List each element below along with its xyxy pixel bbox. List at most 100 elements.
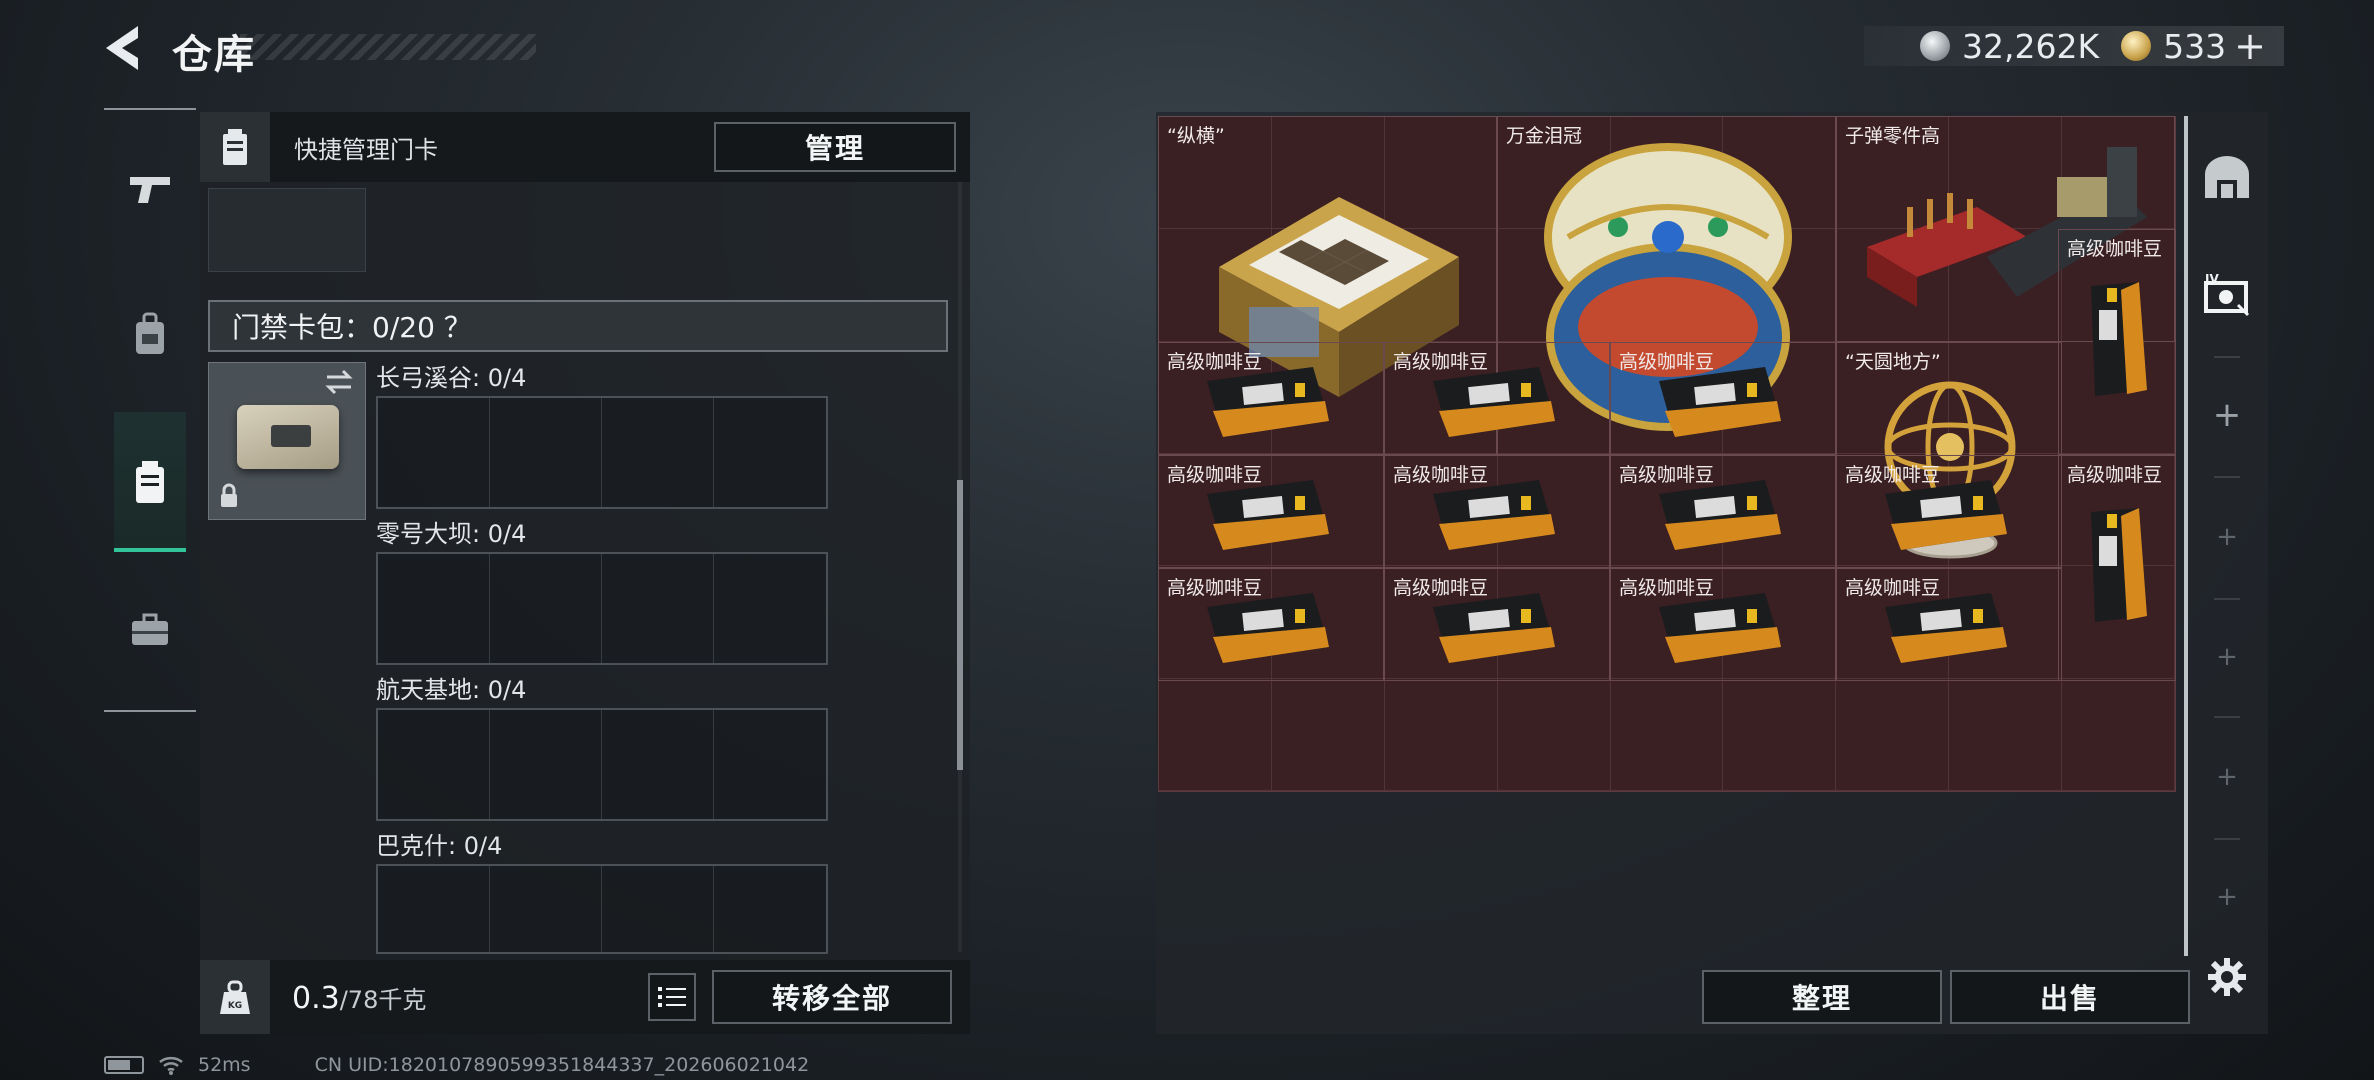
keycard-slots-space-base[interactable] (376, 708, 828, 821)
pistol-icon[interactable] (118, 158, 182, 222)
item-name: 高级咖啡豆 (1619, 464, 1715, 486)
item-coffee-beans[interactable]: 高级咖啡豆 (2058, 455, 2176, 681)
silver-currency-value: 32,262K (1962, 26, 2100, 66)
weight-value: 0.3 (292, 981, 340, 1016)
storage-tab-icon[interactable] (2200, 150, 2254, 204)
item-name: 高级咖啡豆 (1619, 351, 1715, 373)
locked-tab-plus-icon[interactable]: + (2200, 870, 2254, 924)
sell-button[interactable]: 出售 (1950, 970, 2190, 1024)
keycard-item[interactable] (208, 362, 366, 520)
keycard-bag-header[interactable]: 门禁卡包：0/20 ？ (208, 300, 948, 352)
backpack-icon[interactable] (118, 302, 182, 366)
item-coffee-beans[interactable]: 高级咖啡豆 (1610, 568, 1836, 681)
uid-text: CN UID:1820107890599351844337_2026060210… (314, 1054, 810, 1076)
keycard-slots-bakshi[interactable] (376, 864, 828, 954)
grid-cell[interactable] (1723, 678, 1837, 791)
item-name: 高级咖啡豆 (2067, 464, 2163, 486)
grid-cell[interactable] (1271, 678, 1385, 791)
status-bar: 52ms CN UID:1820107890599351844337_20260… (104, 1054, 809, 1076)
back-arrow-icon[interactable] (100, 22, 144, 74)
item-coffee-beans[interactable]: 高级咖啡豆 (1610, 342, 1836, 455)
item-name: 高级咖啡豆 (2067, 238, 2163, 260)
svg-text:IV: IV (2205, 273, 2219, 286)
item-box-tab-icon[interactable]: IV (2200, 268, 2254, 322)
transfer-all-button[interactable]: 转移全部 (712, 970, 952, 1024)
map-label-bakshi: 巴克什: 0/4 (376, 832, 503, 860)
item-name: 高级咖啡豆 (1167, 351, 1263, 373)
keycard-slots-changgong[interactable] (376, 396, 828, 509)
item-coffee-beans[interactable]: 高级咖啡豆 (1610, 455, 1836, 568)
item-name: 高级咖啡豆 (1393, 464, 1489, 486)
keycard-case-icon[interactable] (118, 450, 182, 514)
coffee-bag-image (2091, 282, 2147, 396)
grid-cell[interactable] (1949, 678, 2063, 791)
item-name: 子弹零件高 (1845, 125, 1941, 147)
quick-manage-label: 快捷管理门卡 (294, 136, 438, 164)
keycard-image (237, 405, 339, 469)
coffee-bag-image (2091, 508, 2147, 622)
tidy-button[interactable]: 整理 (1702, 970, 1942, 1024)
map-label-changgong: 长弓溪谷: 0/4 (376, 364, 527, 392)
map-label-space-base: 航天基地: 0/4 (376, 676, 527, 704)
gold-currency-value: 533 (2163, 26, 2227, 66)
manage-button[interactable]: 管理 (714, 122, 956, 172)
toolbox-icon[interactable] (118, 598, 182, 662)
tab-separator (2214, 598, 2240, 600)
item-coffee-beans[interactable]: 高级咖啡豆 (1384, 568, 1610, 681)
item-coffee-beans[interactable]: 高级咖啡豆 (1836, 568, 2062, 681)
item-name: 万金泪冠 (1506, 125, 1583, 147)
item-coffee-beans[interactable]: 高级咖啡豆 (1158, 568, 1384, 681)
grid-cell[interactable] (1384, 678, 1498, 791)
tab-separator (2214, 838, 2240, 840)
item-name: 高级咖啡豆 (1619, 577, 1715, 599)
keycard-chip (271, 425, 311, 447)
grid-cell[interactable] (1497, 678, 1611, 791)
add-currency-button[interactable]: + (2234, 24, 2266, 68)
grid-cell[interactable] (1836, 678, 1950, 791)
item-coffee-beans[interactable]: 高级咖啡豆 (1158, 342, 1384, 455)
item-coffee-beans[interactable]: 高级咖啡豆 (1384, 455, 1610, 568)
add-tab-plus-icon[interactable]: + (2200, 388, 2254, 442)
tab-separator (2214, 356, 2240, 358)
weight-capacity: /78千克 (339, 986, 427, 1014)
swap-icon[interactable] (323, 369, 355, 399)
item-name: “纵横” (1167, 125, 1225, 147)
item-coffee-beans[interactable]: 高级咖啡豆 (1836, 455, 2062, 568)
silver-coin-icon (1920, 31, 1950, 61)
grid-cell[interactable] (2062, 678, 2175, 791)
item-coffee-beans[interactable]: 高级咖啡豆 (1158, 455, 1384, 568)
weight-icon: KG (200, 960, 270, 1034)
tab-separator (2214, 476, 2240, 478)
keycard-holder-icon (200, 112, 270, 182)
scrollbar-thumb[interactable] (957, 480, 963, 770)
item-name: 高级咖啡豆 (1167, 464, 1263, 486)
settings-gear-icon[interactable] (2200, 950, 2254, 1004)
map-label-dam: 零号大坝: 0/4 (376, 520, 527, 548)
storage-scrollbar[interactable] (2184, 116, 2188, 956)
list-view-button[interactable] (648, 973, 696, 1021)
item-name: 高级咖啡豆 (1167, 577, 1263, 599)
currency-bar: 32,262K 533 + (1864, 24, 2284, 68)
nav-divider-bottom (104, 710, 196, 712)
item-slot-partial[interactable] (208, 188, 366, 272)
grid-cell[interactable] (1159, 678, 1272, 791)
item-coffee-beans[interactable]: 高级咖啡豆 (2058, 229, 2176, 455)
gold-coin-icon (2121, 31, 2152, 61)
carry-weight: 0.3/78千克 (292, 980, 426, 1016)
item-name: “天圆地方” (1845, 351, 1941, 373)
nav-divider-top (104, 108, 196, 110)
keycard-bag-label: 门禁卡包：0/20 ？ (232, 311, 472, 344)
locked-tab-plus-icon[interactable]: + (2200, 750, 2254, 804)
item-name: 高级咖啡豆 (1393, 577, 1489, 599)
locked-tab-plus-icon[interactable]: + (2200, 630, 2254, 684)
list-icon (658, 987, 686, 1007)
locked-tab-plus-icon[interactable]: + (2200, 510, 2254, 564)
battery-icon (104, 1056, 144, 1074)
item-name: 高级咖啡豆 (1845, 577, 1941, 599)
grid-cell[interactable] (1610, 678, 1724, 791)
ping-value: 52ms (198, 1054, 251, 1076)
keycard-slots-dam[interactable] (376, 552, 828, 665)
item-name: 高级咖啡豆 (1393, 351, 1489, 373)
tab-separator (2214, 716, 2240, 718)
item-coffee-beans[interactable]: 高级咖啡豆 (1384, 342, 1610, 455)
